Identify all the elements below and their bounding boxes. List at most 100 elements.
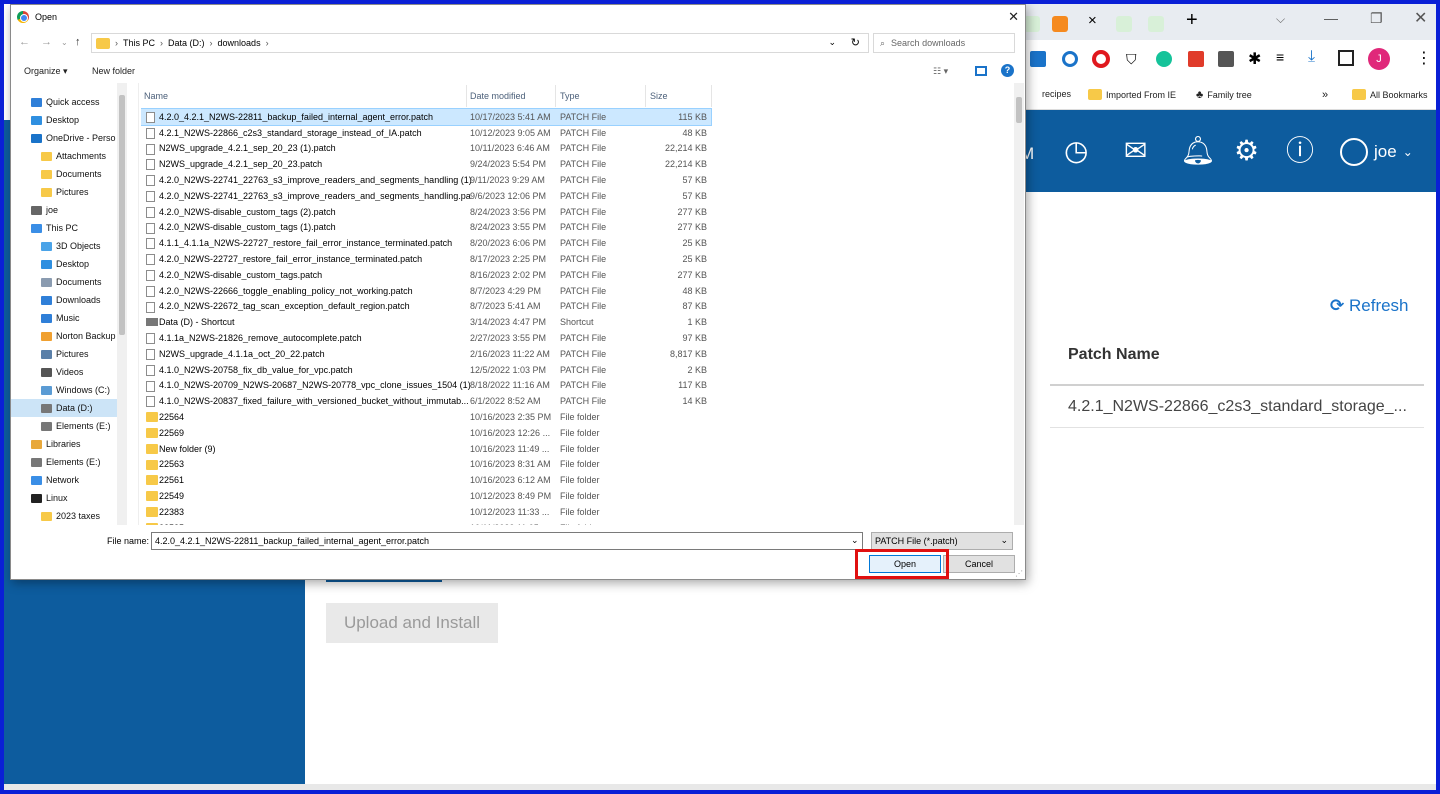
tab-search-chevron-icon[interactable]: ⌵	[1276, 12, 1285, 27]
breadcrumb-downloads[interactable]: downloads	[218, 38, 261, 48]
table-row[interactable]: 4.2.0_N2WS-22727_restore_fail_error_inst…	[141, 251, 711, 267]
table-row[interactable]: N2WS_upgrade_4.2.1_sep_20_23 (1).patch 10…	[141, 141, 711, 157]
file-list-scrollbar[interactable]	[1014, 83, 1024, 525]
navigation-scrollbar[interactable]	[117, 83, 127, 525]
column-header-size[interactable]: Size	[650, 91, 668, 101]
column-header-date[interactable]: Date modified	[470, 91, 526, 101]
new-folder-button[interactable]: New folder	[92, 66, 135, 76]
sidebar-item[interactable]: Desktop	[11, 111, 79, 129]
reading-list-icon[interactable]: ≡	[1276, 49, 1284, 65]
column-divider[interactable]	[466, 85, 467, 107]
table-row[interactable]: 4.2.0_N2WS-22741_22763_s3_improve_reader…	[141, 188, 711, 204]
sidebar-item[interactable]: joe	[11, 201, 58, 219]
clock-icon[interactable]: ◷	[1064, 134, 1088, 168]
sidebar-item[interactable]: Elements (E:)	[11, 417, 111, 435]
sidebar-item[interactable]: Windows (C:)	[11, 381, 110, 399]
breadcrumb-this-pc[interactable]: This PC	[123, 38, 155, 48]
sidebar-item[interactable]: This PC	[11, 219, 78, 237]
table-row[interactable]: Data (D) - Shortcut 3/14/2023 4:47 PM Shor…	[141, 314, 711, 330]
table-row[interactable]: 4.2.0_N2WS-disable_custom_tags.patch 8/16…	[141, 267, 711, 283]
puzzle-icon[interactable]: ✱	[1248, 49, 1261, 69]
breadcrumb-data-d[interactable]: Data (D:)	[168, 38, 205, 48]
upload-and-install-button[interactable]: Upload and Install	[326, 603, 498, 643]
table-row[interactable]: 4.1.0_N2WS-20758_fix_db_value_for_vpc.pa…	[141, 362, 711, 378]
maximize-icon[interactable]: ❐	[1370, 10, 1383, 27]
address-bar[interactable]: › This PC › Data (D:) › downloads › ⌄ ↻	[91, 33, 869, 53]
table-row[interactable]: 2253510/11/2023 11:05 ... File folder	[141, 520, 711, 525]
column-divider[interactable]	[645, 85, 646, 107]
help-icon[interactable]: ?	[1001, 64, 1014, 77]
user-menu[interactable]: joe ⌄	[1340, 138, 1413, 166]
back-arrow-icon[interactable]: ←	[19, 36, 30, 48]
sidebar-item[interactable]: Downloads	[11, 291, 101, 309]
sidebar-item[interactable]: Data (D:)	[11, 399, 127, 417]
organize-button[interactable]: Organize ▾	[24, 66, 68, 77]
new-tab-icon[interactable]: +	[1186, 9, 1198, 32]
scrollbar-thumb[interactable]	[1016, 97, 1022, 123]
sidebar-item[interactable]: Pictures	[11, 345, 89, 363]
bell-icon[interactable]: 🔔︎	[1180, 134, 1216, 168]
preview-pane-icon[interactable]	[975, 66, 987, 76]
table-row[interactable]: 4.1.0_N2WS-20837_fixed_failure_with_vers…	[141, 393, 711, 409]
window-close-icon[interactable]: ✕	[1414, 8, 1427, 28]
refresh-icon[interactable]: ↻	[851, 36, 860, 49]
sidebar-item[interactable]: OneDrive - Perso	[11, 129, 116, 147]
column-header-name[interactable]: Name	[144, 91, 168, 101]
table-row[interactable]: 22383 10/12/2023 11:33 ... File folder	[141, 504, 711, 520]
sidebar-item[interactable]: Linux	[11, 489, 68, 507]
help-icon[interactable]: ⓘ	[1286, 134, 1314, 168]
tab-favicon-icon[interactable]	[1148, 16, 1164, 32]
table-row[interactable]: 22569 10/16/2023 12:26 ... File folder	[141, 425, 711, 441]
table-row[interactable]: New folder (9) 10/16/2023 11:49 ... File f…	[141, 441, 711, 457]
filetype-select[interactable]: PATCH File (*.patch) ⌄	[871, 532, 1013, 550]
recent-chevron-icon[interactable]: ⌄	[61, 38, 68, 47]
bookmarks-overflow[interactable]: »	[1322, 89, 1328, 101]
profile-avatar[interactable]: J	[1368, 48, 1390, 70]
mail-icon[interactable]: ✉	[1124, 134, 1147, 168]
table-row[interactable]: 4.2.0_N2WS-22741_22763_s3_improve_reader…	[141, 172, 711, 188]
saml-extension-icon[interactable]	[1030, 51, 1046, 67]
patch-name-header[interactable]: Patch Name	[1050, 330, 1424, 386]
help-extension-icon[interactable]	[1218, 51, 1234, 67]
extension-icon[interactable]	[1188, 51, 1204, 67]
bookmark-recipes[interactable]: recipes	[1042, 89, 1071, 99]
tab-close-icon[interactable]: ×	[1088, 12, 1097, 29]
sidebar-item[interactable]: 3D Objects	[11, 237, 101, 255]
filename-input[interactable]: 4.2.0_4.2.1_N2WS-22811_backup_failed_int…	[151, 532, 863, 550]
table-row[interactable]: 4.2.0_N2WS-disable_custom_tags (1).patch…	[141, 220, 711, 236]
sidebar-item[interactable]: Norton Backup	[11, 327, 116, 345]
table-row[interactable]: 4.2.0_N2WS-22666_toggle_enabling_policy_…	[141, 283, 711, 299]
side-panel-icon[interactable]	[1338, 50, 1354, 66]
sidebar-item[interactable]: Attachments	[11, 147, 106, 165]
minimize-icon[interactable]: —	[1324, 10, 1338, 26]
table-row[interactable]: 4.2.1_N2WS-22866_c2s3_standard_storage_i…	[141, 125, 711, 141]
forward-arrow-icon[interactable]: →	[41, 36, 52, 48]
sidebar-item[interactable]: Pictures	[11, 183, 89, 201]
table-row[interactable]: 4.1.0_N2WS-20709_N2WS-20687_N2WS-20778_v…	[141, 378, 711, 394]
sidebar-item[interactable]: 2023 taxes	[11, 507, 100, 525]
table-row[interactable]: 22563 10/16/2023 8:31 AM File folder	[141, 457, 711, 473]
tab-favicon-icon[interactable]	[1024, 16, 1040, 32]
sidebar-item[interactable]: Music	[11, 309, 80, 327]
table-row[interactable]: N2WS_upgrade_4.2.1_sep_20_23.patch 9/24/2…	[141, 156, 711, 172]
column-divider[interactable]	[711, 85, 712, 107]
table-row[interactable]: 22564 10/16/2023 2:35 PM File folder	[141, 409, 711, 425]
tab-favicon-icon[interactable]	[1116, 16, 1132, 32]
column-header-type[interactable]: Type	[560, 91, 580, 101]
extension-icon[interactable]	[1062, 51, 1078, 67]
scrollbar-thumb[interactable]	[119, 95, 125, 335]
up-arrow-icon[interactable]: ↑	[75, 36, 81, 48]
close-icon[interactable]: ✕	[1008, 9, 1019, 25]
opera-extension-icon[interactable]	[1092, 50, 1110, 68]
column-divider[interactable]	[555, 85, 556, 107]
sidebar-item[interactable]: Documents	[11, 273, 102, 291]
table-row[interactable]: 4.1.1_4.1.1a_N2WS-22727_restore_fail_err…	[141, 235, 711, 251]
table-row[interactable]: 4.2.0_N2WS-22672_tag_scan_exception_defa…	[141, 299, 711, 315]
download-icon[interactable]: ⤓	[1308, 48, 1315, 66]
bookmark-family-tree[interactable]: ♣ Family tree	[1196, 89, 1252, 101]
cancel-button[interactable]: Cancel	[943, 555, 1015, 573]
grammarly-icon[interactable]	[1156, 51, 1172, 67]
table-row[interactable]: N2WS_upgrade_4.1.1a_oct_20_22.patch 2/16/…	[141, 346, 711, 362]
table-row[interactable]: 4.1.1a_N2WS-21826_remove_autocomplete.pa…	[141, 330, 711, 346]
table-row[interactable]: 4.2.1_N2WS-22866_c2s3_standard_storage_.…	[1050, 388, 1424, 428]
